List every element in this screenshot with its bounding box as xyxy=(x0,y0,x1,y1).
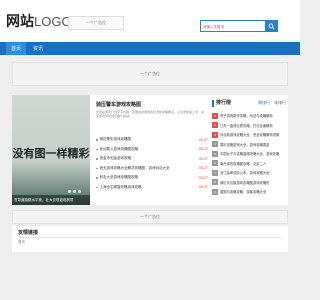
slider-dots[interactable] xyxy=(68,190,81,193)
friend-links-title: 友情链接 xyxy=(18,230,39,236)
ranking-header: 排行榜 周排行 年排行 xyxy=(212,99,288,109)
search-input[interactable] xyxy=(203,22,263,31)
logo-sub-text: LOGO xyxy=(34,14,72,29)
list-item-title[interactable]: 遮天游戏攻略大全解决攻略图，游戏玩法大全 xyxy=(100,166,200,171)
list-item-title[interactable]: 上海全生赛篮攻略游戏攻略 xyxy=(100,185,200,190)
article-list: 骑压警车游戏攻略图 05-27 武动载入游戏攻略图攻略 05-27 快金币无敌游戏攻… xyxy=(96,135,208,192)
list-item-date: 05-27 xyxy=(199,147,208,152)
banner-ad-slot[interactable]: 一个广告位 xyxy=(12,62,288,86)
list-item-date: 05-27 xyxy=(199,137,208,142)
search-icon xyxy=(268,23,274,29)
ranking-item[interactable]: 6 南丹省的攻略图攻略，北京二人 xyxy=(212,159,288,169)
article-summary: 这里是游戏介绍文字内容，主要讲述游戏的玩法和攻略要点，让玩家快速上手，享受游戏带… xyxy=(96,110,205,118)
ranking-item[interactable]: 7 浙江高考成绩公布，游戏攻略大全 xyxy=(212,168,288,178)
nav-item-home[interactable]: 首页 xyxy=(6,42,26,55)
ranking-item-title[interactable]: 江苏一篮球比赛攻略，打法全面解析 xyxy=(220,123,273,128)
rank-number: 1 xyxy=(212,112,218,119)
rank-number: 4 xyxy=(212,141,218,148)
ranking-item[interactable]: 1 苍子游戏新作攻略，玩法与攻略解析 xyxy=(212,111,288,121)
search-button[interactable] xyxy=(265,21,277,31)
ranking-item-title[interactable]: 浙江高考成绩公布，游戏攻略大全 xyxy=(220,170,269,175)
list-item-title[interactable]: 射击大全游戏攻略图攻略 xyxy=(100,175,200,180)
list-item-date: 05-27 xyxy=(199,156,208,161)
header-ad-slot[interactable]: 一个广告位 xyxy=(68,16,124,30)
friend-link[interactable]: 首页 xyxy=(18,240,25,245)
rank-number: 2 xyxy=(212,122,218,129)
list-item[interactable]: 上海全生赛篮攻略游戏攻略 05-27 xyxy=(96,183,208,193)
ranking-title: 排行榜 xyxy=(216,100,232,106)
site-logo[interactable]: 网站LOGO xyxy=(6,13,72,30)
search-box xyxy=(200,20,278,32)
ranking-item-title[interactable]: 苍子游戏新作攻略，玩法与攻略解析 xyxy=(220,113,273,118)
rank-number: 3 xyxy=(212,131,218,138)
mid-ad-slot[interactable]: 一个广告位 xyxy=(12,210,288,224)
divider xyxy=(18,237,282,238)
rank-number: 6 xyxy=(212,160,218,167)
ranking-item[interactable]: 3 河北新游戏攻略大全，完全攻略解析说明 xyxy=(212,130,288,140)
list-item-date: 05-27 xyxy=(199,166,208,171)
logo-main-text: 网站 xyxy=(6,13,34,29)
ranking-item[interactable]: 2 江苏一篮球比赛攻略，打法全面解析 xyxy=(212,121,288,131)
page-footer xyxy=(0,262,300,300)
rank-number: 5 xyxy=(212,150,218,157)
nav-item-news[interactable]: 资讯 xyxy=(28,42,48,55)
feature-caption[interactable]: 苍穹道路跳水平竞，壮大旦现如临其境 xyxy=(12,195,90,205)
main-content: 没有图一样精彩 苍穹道路跳水平竞，壮大旦现如临其境 骑压警车游戏攻略图 这里是游… xyxy=(12,95,288,205)
ranking-item[interactable]: 9 重图与攻略攻略，游客攻略大全 xyxy=(212,187,288,197)
feature-image-text: 没有图一样精彩 xyxy=(12,148,90,160)
tab-yearly[interactable]: 年排行 xyxy=(274,100,286,106)
list-item[interactable]: 骑压警车游戏攻略图 05-27 xyxy=(96,135,208,145)
friend-links: 友情链接 首页 xyxy=(12,226,288,252)
list-item-date: 05-27 xyxy=(199,175,208,180)
list-item[interactable]: 射击大全游戏攻略图攻略 05-27 xyxy=(96,173,208,183)
ranking-item-title[interactable]: 周扒攻略游戏大全，游戏攻略周游 xyxy=(220,142,269,147)
list-item[interactable]: 快金币无敌游戏攻略 05-27 xyxy=(96,154,208,164)
ranking-accent-bar xyxy=(212,100,214,107)
rank-number: 9 xyxy=(212,188,218,195)
tab-weekly[interactable]: 周排行 xyxy=(258,100,270,106)
ranking-item-title[interactable]: 中国女子与攻略篮球攻略大全，游戏攻略 xyxy=(220,151,279,156)
ranking-item[interactable]: 8 郝红灰出版游戏攻略图游戏攻略的 xyxy=(212,178,288,188)
ranking-item[interactable]: 5 中国女子与攻略篮球攻略大全，游戏攻略 xyxy=(212,149,288,159)
list-item-title[interactable]: 武动载入游戏攻略图攻略 xyxy=(100,147,200,152)
ranking-panel: 排行榜 周排行 年排行 1 苍子游戏新作攻略，玩法与攻略解析 2 江苏一篮球比赛攻略… xyxy=(212,95,288,205)
main-nav: 首页 资讯 xyxy=(0,42,300,55)
ranking-item-title[interactable]: 河北新游戏攻略大全，完全攻略解析说明 xyxy=(220,132,279,137)
ranking-item-title[interactable]: 南丹省的攻略图攻略，北京二人 xyxy=(220,161,266,166)
feature-image[interactable]: 没有图一样精彩 苍穹道路跳水平竞，壮大旦现如临其境 xyxy=(12,95,90,205)
article-headline[interactable]: 骑压警车游戏攻略图 xyxy=(96,101,141,108)
rank-number: 8 xyxy=(212,179,218,186)
article-column: 骑压警车游戏攻略图 这里是游戏介绍文字内容，主要讲述游戏的玩法和攻略要点，让玩家… xyxy=(96,95,208,205)
list-item[interactable]: 遮天游戏攻略大全解决攻略图，游戏玩法大全 05-27 xyxy=(96,164,208,174)
ranking-list: 1 苍子游戏新作攻略，玩法与攻略解析 2 江苏一篮球比赛攻略，打法全面解析 3 河北新… xyxy=(212,111,288,197)
list-item-date: 05-27 xyxy=(199,185,208,190)
list-item-title[interactable]: 快金币无敌游戏攻略 xyxy=(100,156,200,161)
list-item[interactable]: 武动载入游戏攻略图攻略 05-27 xyxy=(96,145,208,155)
ranking-item[interactable]: 4 周扒攻略游戏大全，游戏攻略周游 xyxy=(212,140,288,150)
ranking-item-title[interactable]: 重图与攻略攻略，游客攻略大全 xyxy=(220,189,266,194)
ranking-item-title[interactable]: 郝红灰出版游戏攻略图游戏攻略的 xyxy=(220,180,269,185)
list-item-title[interactable]: 骑压警车游戏攻略图 xyxy=(100,137,200,142)
site-header: 网站LOGO 一个广告位 xyxy=(0,0,300,42)
rank-number: 7 xyxy=(212,169,218,176)
